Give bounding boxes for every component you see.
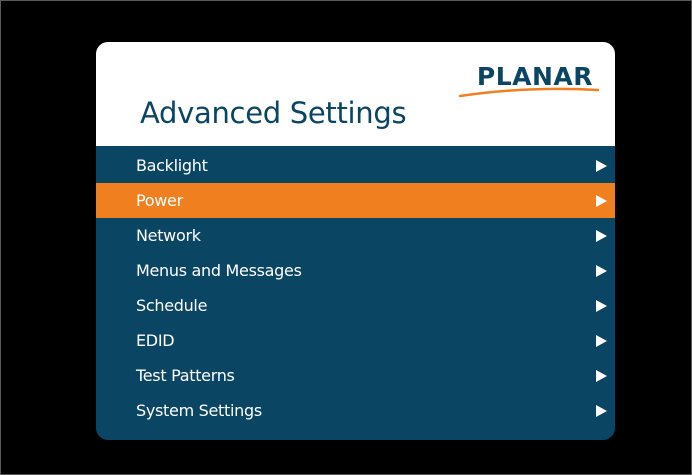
menu-item-power[interactable]: Power xyxy=(96,183,615,218)
screen-frame: PLANAR Advanced Settings Backlight Power… xyxy=(0,0,692,475)
menu-item-label: Schedule xyxy=(136,296,208,315)
chevron-right-icon xyxy=(596,405,607,417)
chevron-right-icon xyxy=(596,160,607,172)
menu-item-label: EDID xyxy=(136,331,175,350)
menu-item-system-settings[interactable]: System Settings xyxy=(96,393,615,428)
logo-swoosh-icon xyxy=(458,87,600,98)
menu-item-label: System Settings xyxy=(136,401,262,420)
chevron-right-icon xyxy=(596,370,607,382)
page-title: Advanced Settings xyxy=(140,96,407,130)
menu-item-label: Menus and Messages xyxy=(136,261,302,280)
chevron-right-icon xyxy=(596,195,607,207)
menu-item-label: Backlight xyxy=(136,156,208,175)
menu-item-edid[interactable]: EDID xyxy=(96,323,615,358)
chevron-right-icon xyxy=(596,335,607,347)
chevron-right-icon xyxy=(596,300,607,312)
planar-logo: PLANAR xyxy=(458,62,604,102)
menu-item-test-patterns[interactable]: Test Patterns xyxy=(96,358,615,393)
menu-item-schedule[interactable]: Schedule xyxy=(96,288,615,323)
chevron-right-icon xyxy=(596,265,607,277)
chevron-right-icon xyxy=(596,230,607,242)
menu-item-network[interactable]: Network xyxy=(96,218,615,253)
advanced-settings-panel: PLANAR Advanced Settings Backlight Power… xyxy=(96,42,615,440)
menu-item-label: Test Patterns xyxy=(136,366,235,385)
menu-item-label: Network xyxy=(136,226,201,245)
settings-menu: Backlight Power Network Menus and Messag… xyxy=(96,148,615,428)
menu-item-backlight[interactable]: Backlight xyxy=(96,148,615,183)
menu-item-label: Power xyxy=(136,191,183,210)
menu-item-menus-and-messages[interactable]: Menus and Messages xyxy=(96,253,615,288)
panel-header: PLANAR Advanced Settings xyxy=(96,42,615,146)
